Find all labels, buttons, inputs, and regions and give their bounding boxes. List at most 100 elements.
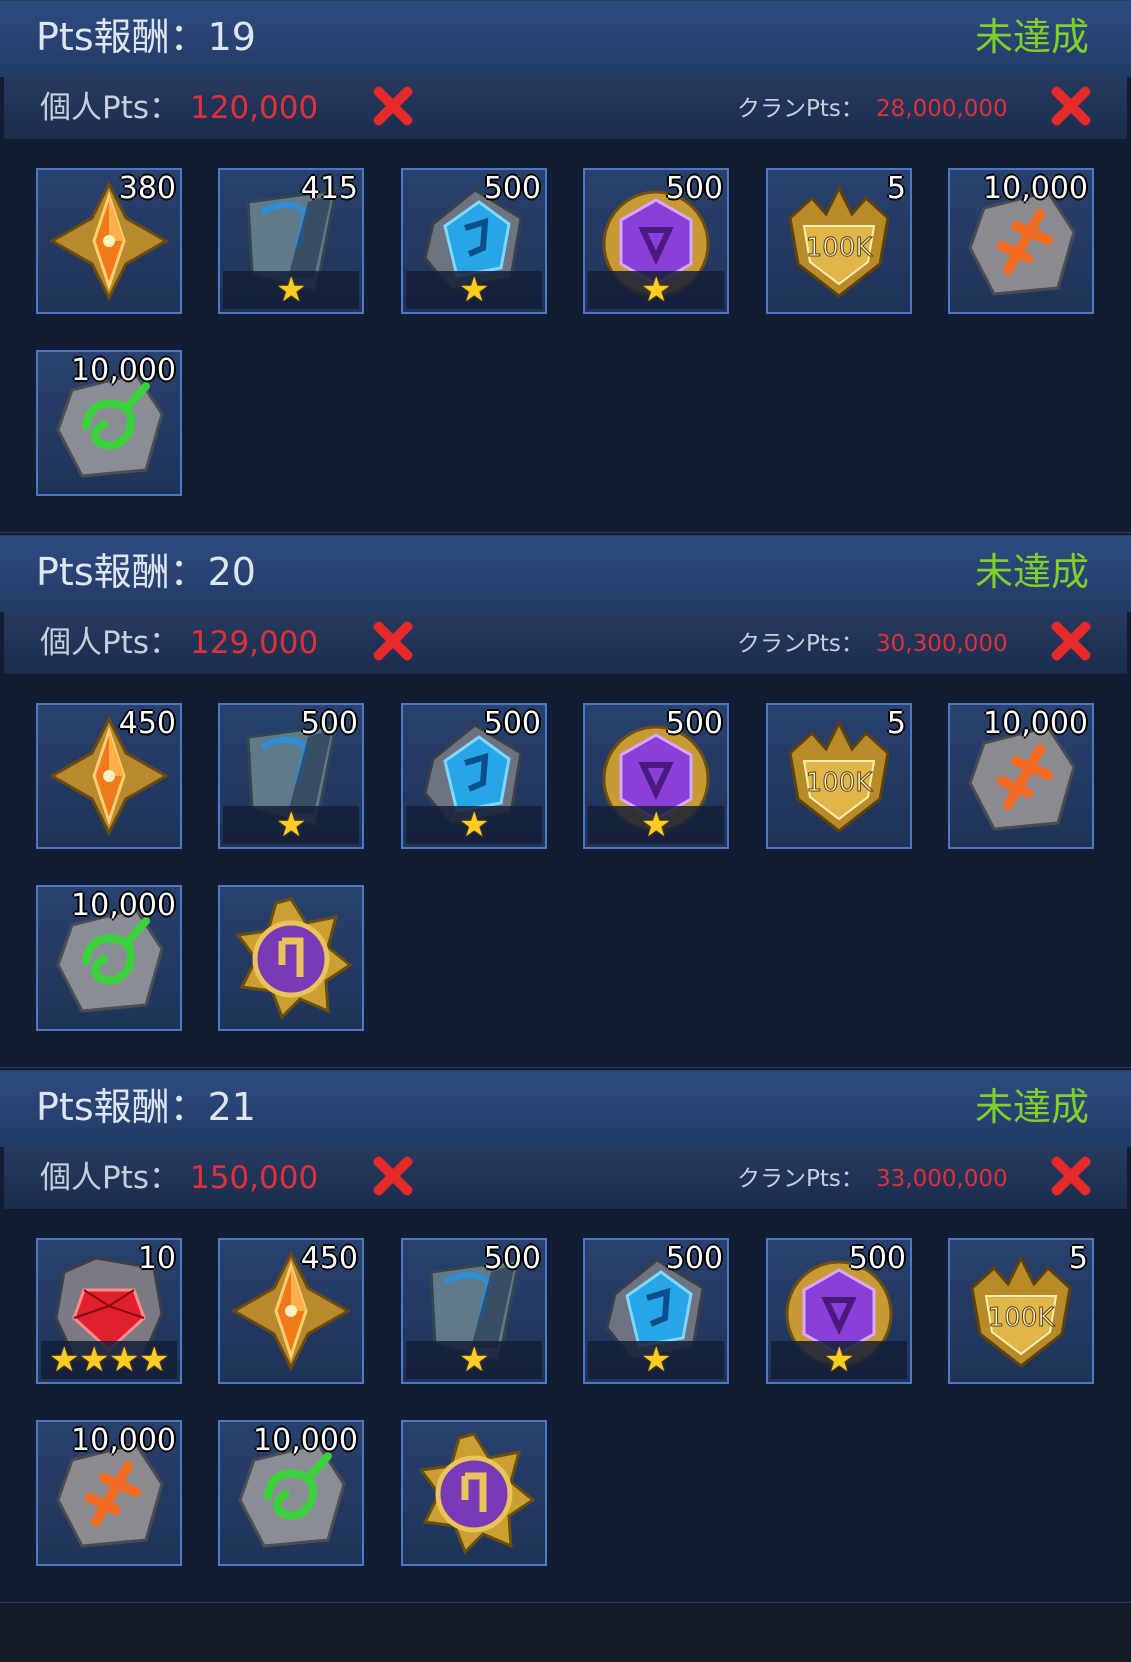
svg-text:100K: 100K [988,1303,1056,1333]
item-quantity: 10,000 [71,888,176,923]
item-quantity: 5 [886,706,906,741]
reward-item[interactable]: ★ 500 [218,703,364,849]
reward-item[interactable]: 10,000 [36,350,182,496]
tier-header: Pts報酬：21 未達成 [0,1071,1131,1147]
reward-item[interactable]: 100K 5 [948,1238,1094,1384]
reward-item[interactable]: 10,000 [36,885,182,1031]
reward-tier-panel: Pts報酬：19 未達成 個人Pts： 120,000 クランPts： 28,0… [0,0,1131,533]
clan-pts-label: クランPts： [737,96,864,122]
reward-item[interactable]: ★ 500 [401,1238,547,1384]
clan-not-met-x-icon [1048,1153,1094,1199]
star-icon: ★ [641,805,672,845]
reward-item[interactable]: ★ 500 [583,168,729,314]
item-quantity: 500 [665,1241,723,1276]
item-quantity: 5 [1068,1241,1088,1276]
clan-pts-value: 33,000,000 [876,1166,1008,1192]
star-icon: ★ [276,270,307,310]
star-rating: ★ [588,1341,724,1379]
tier-status: 未達成 [974,1085,1089,1129]
gold-100k-badge-icon: 100K [788,719,890,833]
star-rating: ★ [223,271,359,309]
item-quantity: 500 [848,1241,906,1276]
star-rating: ★ [588,806,724,844]
personal-pts-label: 個人Pts： [40,1160,180,1196]
star-rating: ★ ★ ★ ★ [41,1341,177,1379]
item-quantity: 10,000 [71,353,176,388]
item-quantity: 10,000 [983,706,1088,741]
clan-pts-value: 28,000,000 [876,96,1008,122]
star-icon: ★ [459,805,490,845]
item-quantity: 500 [300,706,358,741]
reward-item[interactable]: 380 [36,168,182,314]
reward-item[interactable] [218,885,364,1031]
svg-text:100K: 100K [806,768,874,798]
purple-gold-medallion-icon [235,897,353,1020]
reward-item[interactable] [401,1420,547,1566]
item-quantity: 10,000 [253,1423,358,1458]
personal-not-met-x-icon [370,618,416,664]
item-quantity: 5 [886,171,906,206]
star-icon: ★ [139,1340,170,1380]
personal-not-met-x-icon [370,83,416,129]
item-quantity: 450 [300,1241,358,1276]
item-quantity: 500 [483,706,541,741]
clan-not-met-x-icon [1048,618,1094,664]
reward-item[interactable]: ★ 500 [766,1238,912,1384]
item-quantity: 500 [665,171,723,206]
reward-item[interactable]: 10,000 [948,168,1094,314]
star-rating: ★ [771,1341,907,1379]
reward-tier-panel: Pts報酬：20 未達成 個人Pts： 129,000 クランPts： 30,3… [0,535,1131,1068]
tier-header: Pts報酬：20 未達成 [0,536,1131,612]
clan-pts-label: クランPts： [737,631,864,657]
star-icon: ★ [641,1340,672,1380]
personal-pts-label: 個人Pts： [40,90,180,126]
reward-item[interactable]: ★ 500 [583,1238,729,1384]
reward-item[interactable]: 450 [36,703,182,849]
star-icon: ★ [824,1340,855,1380]
item-quantity: 500 [665,706,723,741]
reward-tier-panel: Pts報酬：21 未達成 個人Pts： 150,000 クランPts： 33,0… [0,1070,1131,1603]
star-icon: ★ [79,1340,110,1380]
item-quantity: 10 [137,1241,176,1276]
star-rating: ★ [588,271,724,309]
tier-title: Pts報酬：20 [36,550,256,594]
item-quantity: 10,000 [983,171,1088,206]
reward-item[interactable]: 100K 5 [766,703,912,849]
tier-header: Pts報酬：19 未達成 [0,1,1131,77]
reward-item[interactable]: ★ 500 [401,168,547,314]
item-quantity: 415 [300,171,358,206]
reward-item[interactable]: ★ ★ ★ ★ 10 [36,1238,182,1384]
reward-item[interactable]: 450 [218,1238,364,1384]
item-quantity: 450 [118,706,176,741]
tier-title: Pts報酬：19 [36,15,256,59]
reward-item[interactable]: 10,000 [36,1420,182,1566]
reward-item[interactable]: 10,000 [948,703,1094,849]
personal-pts-value: 120,000 [190,90,319,126]
star-rating: ★ [406,271,542,309]
reward-item[interactable]: ★ 500 [401,703,547,849]
star-icon: ★ [459,270,490,310]
reward-item[interactable]: ★ 500 [583,703,729,849]
clan-pts-value: 30,300,000 [876,631,1008,657]
requirement-bar: 個人Pts： 120,000 クランPts： 28,000,000 [4,77,1127,140]
star-rating: ★ [406,806,542,844]
reward-item[interactable]: 10,000 [218,1420,364,1566]
reward-item[interactable]: ★ 415 [218,168,364,314]
star-rating: ★ [223,806,359,844]
gold-100k-badge-icon: 100K [970,1254,1072,1368]
tier-status: 未達成 [974,15,1089,59]
clan-not-met-x-icon [1048,83,1094,129]
star-icon: ★ [641,270,672,310]
requirement-bar: 個人Pts： 129,000 クランPts： 30,300,000 [4,612,1127,675]
clan-pts-label: クランPts： [737,1166,864,1192]
svg-text:100K: 100K [806,233,874,263]
star-icon: ★ [109,1340,140,1380]
personal-pts-label: 個人Pts： [40,625,180,661]
tier-status: 未達成 [974,550,1089,594]
star-rating: ★ [406,1341,542,1379]
star-icon: ★ [459,1340,490,1380]
item-quantity: 500 [483,171,541,206]
personal-not-met-x-icon [370,1153,416,1199]
personal-pts-value: 150,000 [190,1160,319,1196]
reward-item[interactable]: 100K 5 [766,168,912,314]
